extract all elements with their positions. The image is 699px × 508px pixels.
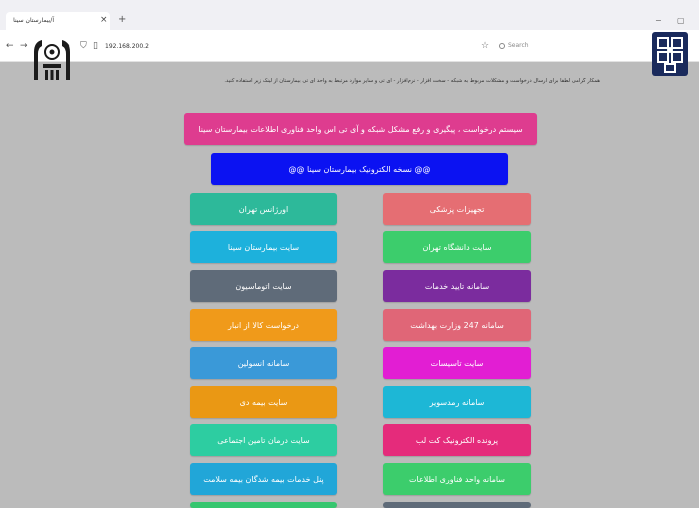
browser-tab[interactable]: آ/بیمارستان سینا × xyxy=(6,12,110,30)
katlab-electronic-record-button[interactable]: پرونده الکترونیک کت لب xyxy=(383,424,531,456)
lock-icon: ▯ xyxy=(93,41,98,51)
service-approval-system-button[interactable]: سامانه تایید خدمات xyxy=(383,270,531,302)
back-arrow-icon[interactable]: ← xyxy=(6,41,14,51)
partial-button-right[interactable] xyxy=(383,502,531,508)
university-logo-right xyxy=(652,32,688,76)
it-request-system-button[interactable]: سیستم درخواست ، پیگیری و رفع مشکل شبکه و… xyxy=(184,113,537,145)
facilities-site-button[interactable]: سایت تاسیسات xyxy=(383,347,531,379)
tehran-emergency-button[interactable]: اورژانس تهران xyxy=(190,193,337,225)
social-security-treatment-button[interactable]: سایت درمان تامین اجتماعی xyxy=(190,424,337,456)
tab-title: آ/بیمارستان سینا xyxy=(13,17,54,24)
shield-icon[interactable]: ⛉ xyxy=(80,41,87,51)
insulin-system-button[interactable]: سامانه انسولین xyxy=(190,347,337,379)
warehouse-request-button[interactable]: درخواست کالا از انبار xyxy=(190,309,337,341)
minimize-button[interactable]: − xyxy=(655,16,662,25)
search-icon xyxy=(499,42,505,49)
medical-equipment-button[interactable]: تجهیزات پزشکی xyxy=(383,193,531,225)
tehran-university-site-button[interactable]: سایت دانشگاه تهران xyxy=(383,231,531,263)
tab-close-icon[interactable]: × xyxy=(100,15,108,25)
search-box[interactable]: Search xyxy=(499,42,629,54)
address-bar[interactable]: 192.168.200.2 xyxy=(105,43,149,50)
health-insurance-panel-button[interactable]: پنل خدمات بیمه شدگان بیمه سلامت xyxy=(190,463,337,495)
automation-site-button[interactable]: سایت اتوماسیون xyxy=(190,270,337,302)
bookmark-star-icon[interactable]: ☆ xyxy=(481,41,489,51)
partial-button-left[interactable] xyxy=(190,502,337,508)
forward-arrow-icon[interactable]: → xyxy=(20,41,28,51)
sina-hospital-site-button[interactable]: سایت بیمارستان سینا xyxy=(190,231,337,263)
search-placeholder: Search xyxy=(508,42,529,49)
browser-nav-bar: ← → ⌂ ⛉ ▯ 192.168.200.2 ☆ Search xyxy=(0,30,699,62)
maximize-button[interactable]: ▢ xyxy=(677,16,685,25)
it-unit-system-button[interactable]: سامانه واحد فناوری اطلاعات xyxy=(383,463,531,495)
hospital-logo-left xyxy=(34,40,70,80)
dey-insurance-site-button[interactable]: سایت بیمه دی xyxy=(190,386,337,418)
notice-text: همکار گرامی لطفا برای ارسال درخواست و مش… xyxy=(224,78,600,84)
new-tab-button[interactable]: + xyxy=(118,14,126,25)
remdesivir-system-button[interactable]: سامانه رمدسویر xyxy=(383,386,531,418)
health-ministry-247-button[interactable]: سامانه 247 وزارت بهداشت xyxy=(383,309,531,341)
browser-tab-bar: آ/بیمارستان سینا × + − ▢ xyxy=(0,0,699,30)
hospital-e-version-button[interactable]: @@ نسخه الکترونیک بیمارستان سینا @@ xyxy=(211,153,508,185)
